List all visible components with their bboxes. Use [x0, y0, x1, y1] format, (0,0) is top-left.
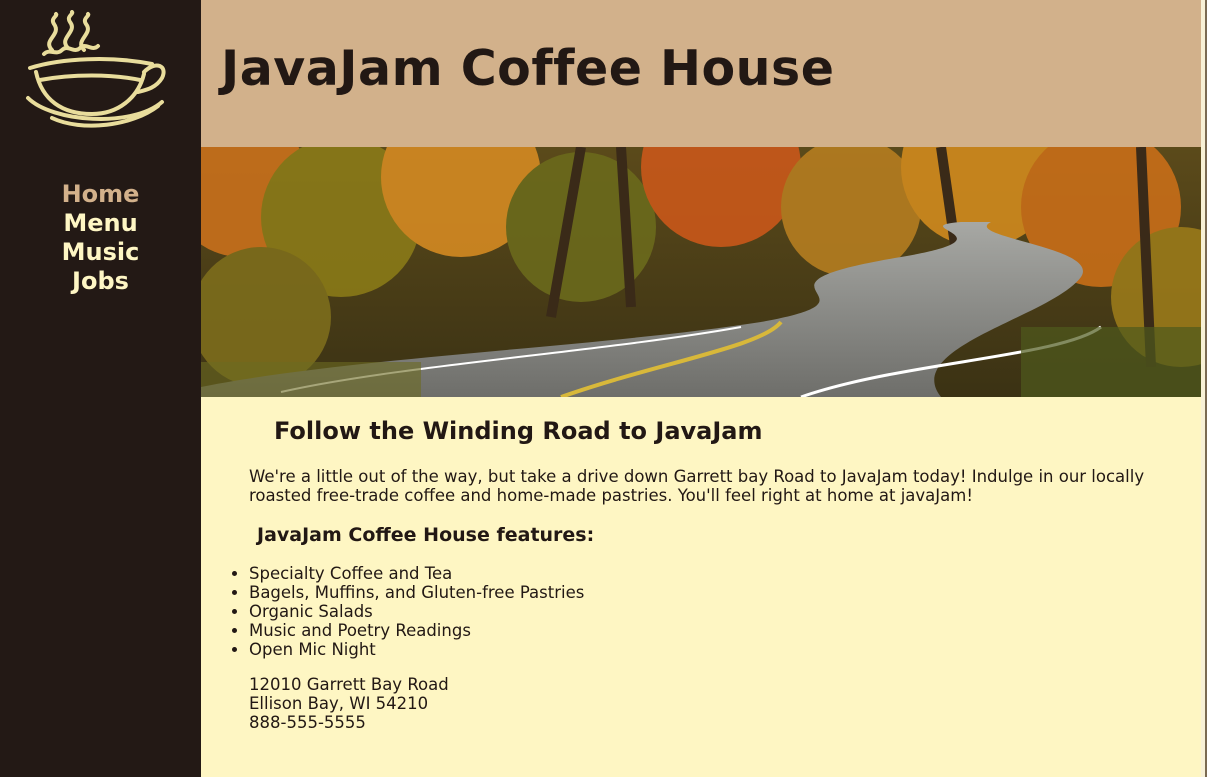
list-item: Music and Poetry Readings — [249, 621, 584, 640]
list-item: Open Mic Night — [249, 640, 584, 659]
sidebar: Home Menu Music Jobs — [0, 0, 201, 777]
nav-link-jobs[interactable]: Jobs — [0, 267, 201, 296]
nav-link-menu[interactable]: Menu — [0, 209, 201, 238]
list-item: Specialty Coffee and Tea — [249, 564, 584, 583]
site-header: JavaJam Coffee House — [201, 0, 1201, 147]
features-heading: JavaJam Coffee House features: — [257, 524, 595, 546]
page-heading: Follow the Winding Road to JavaJam — [274, 417, 763, 445]
list-item: Bagels, Muffins, and Gluten-free Pastrie… — [249, 583, 584, 602]
coffee-cup-logo-icon — [26, 10, 166, 128]
contact-address: 12010 Garrett Bay Road Ellison Bay, WI 5… — [249, 675, 449, 732]
main-content: Follow the Winding Road to JavaJam We're… — [201, 397, 1201, 777]
nav-link-home[interactable]: Home — [0, 180, 201, 209]
phone-number: 888-555-5555 — [249, 713, 366, 732]
address-city: Ellison Bay, WI 54210 — [249, 694, 429, 713]
site-title: JavaJam Coffee House — [221, 40, 835, 97]
intro-paragraph: We're a little out of the way, but take … — [249, 467, 1145, 505]
main-nav: Home Menu Music Jobs — [0, 180, 201, 296]
address-street: 12010 Garrett Bay Road — [249, 675, 449, 694]
nav-link-music[interactable]: Music — [0, 238, 201, 267]
features-list: Specialty Coffee and Tea Bagels, Muffins… — [249, 564, 584, 659]
winding-road-hero-image — [201, 147, 1201, 397]
list-item: Organic Salads — [249, 602, 584, 621]
